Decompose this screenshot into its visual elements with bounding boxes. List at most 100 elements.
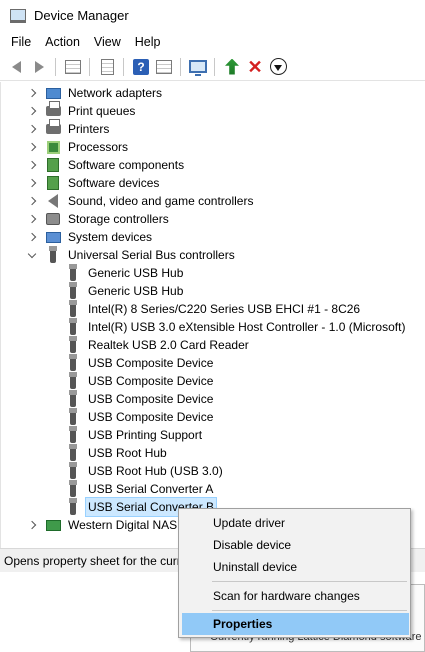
tree-item-label: Print queues: [68, 104, 136, 118]
help-button[interactable]: ?: [130, 56, 152, 78]
usb-icon: [65, 281, 81, 299]
disable-device-icon: [269, 58, 287, 75]
properties-button[interactable]: [96, 56, 118, 78]
tree-item-label: Generic USB Hub: [88, 284, 184, 298]
usb-icon: [65, 497, 81, 515]
tree-category-sound-video-game[interactable]: Sound, video and game controllers: [27, 192, 255, 210]
usb-icon: [65, 353, 81, 371]
usb-icon: [65, 299, 81, 317]
tree-category-storage-controllers[interactable]: Storage controllers: [27, 210, 171, 228]
expand-chevron-icon[interactable]: [27, 120, 37, 138]
toolbar-separator: [180, 57, 181, 76]
expand-chevron-icon[interactable]: [27, 102, 37, 120]
storage-controller-icon: [45, 211, 61, 227]
nas-icon: [45, 517, 61, 533]
tree-device-row[interactable]: Intel(R) 8 Series/C220 Series USB EHCI #…: [65, 299, 362, 318]
usb-icon: [65, 443, 81, 461]
usb-icon: [45, 245, 61, 263]
update-driver-button[interactable]: [221, 56, 243, 78]
expand-chevron-icon[interactable]: [27, 192, 37, 210]
tree-item-label: Network adapters: [68, 86, 163, 100]
expand-chevron-icon[interactable]: [27, 174, 37, 192]
toolbar-separator: [123, 57, 124, 76]
tree-category-network-adapters[interactable]: Network adapters: [27, 84, 164, 102]
tree-device-row[interactable]: USB Root Hub (USB 3.0): [65, 461, 225, 480]
menu-help[interactable]: Help: [128, 31, 168, 53]
tree-category-processors[interactable]: Processors: [27, 138, 130, 156]
window-title: Device Manager: [34, 8, 129, 23]
scan-hardware-button[interactable]: [187, 56, 209, 78]
tree-device-row[interactable]: Realtek USB 2.0 Card Reader: [65, 335, 251, 354]
tree-item-label: Generic USB Hub: [88, 266, 184, 280]
tree-category-printers[interactable]: Printers: [27, 119, 111, 138]
usb-icon: [65, 263, 81, 281]
tree-item-label: Software components: [68, 158, 185, 172]
properties-icon: [100, 58, 114, 75]
expand-chevron-icon[interactable]: [27, 84, 37, 102]
tree-item-label: USB Composite Device: [88, 392, 214, 406]
tree-category-software-components[interactable]: Software components: [27, 156, 186, 174]
tree-item-label: USB Serial Converter A: [88, 482, 214, 496]
tree-item-label: Realtek USB 2.0 Card Reader: [88, 338, 249, 352]
tree-item-label: USB Root Hub (USB 3.0): [88, 464, 223, 478]
processor-icon: [45, 139, 61, 155]
tree-device-row[interactable]: Generic USB Hub: [65, 281, 185, 300]
usb-icon: [65, 371, 81, 389]
usb-icon: [65, 317, 81, 335]
tree-device-row[interactable]: USB Printing Support: [65, 425, 204, 444]
tree-item-label: USB Printing Support: [88, 428, 203, 442]
uninstall-button[interactable]: ✕: [244, 56, 266, 78]
tree-device-row[interactable]: USB Composite Device: [65, 389, 215, 408]
tree-device-row[interactable]: USB Composite Device: [65, 371, 215, 390]
speaker-icon: [45, 193, 61, 209]
device-tree: Network adapters Print queues Printers P…: [0, 82, 425, 548]
tree-category-software-devices[interactable]: Software devices: [27, 174, 161, 192]
forward-button[interactable]: [28, 56, 50, 78]
tree-category-system-devices[interactable]: System devices: [27, 228, 154, 246]
menu-separator: [212, 581, 407, 582]
tree-item-label: Intel(R) USB 3.0 eXtensible Host Control…: [88, 320, 406, 334]
tree-device-row[interactable]: USB Composite Device: [65, 407, 215, 426]
menu-action[interactable]: Action: [38, 31, 87, 53]
tree-device-row[interactable]: USB Serial Converter A: [65, 479, 215, 498]
usb-icon: [65, 425, 81, 443]
menu-view[interactable]: View: [87, 31, 128, 53]
toolbar: ? ✕: [0, 53, 425, 81]
collapse-chevron-icon[interactable]: [27, 246, 37, 264]
menu-scan-hardware-changes[interactable]: Scan for hardware changes: [182, 585, 409, 607]
tree-item-label: System devices: [68, 230, 153, 244]
tree-device-row[interactable]: Intel(R) USB 3.0 eXtensible Host Control…: [65, 317, 407, 336]
tree-device-row[interactable]: Generic USB Hub: [65, 263, 185, 282]
tree-device-row[interactable]: USB Root Hub: [65, 443, 169, 462]
menu-file[interactable]: File: [4, 31, 38, 53]
menu-uninstall-device[interactable]: Uninstall device: [182, 556, 409, 578]
uninstall-icon: ✕: [247, 56, 263, 77]
tree-item-label: Universal Serial Bus controllers: [68, 248, 235, 262]
help-icon: ?: [133, 58, 149, 75]
tree-category-print-queues[interactable]: Print queues: [27, 101, 137, 120]
menu-update-driver[interactable]: Update driver: [182, 512, 409, 534]
tree-item-label: USB Composite Device: [88, 410, 214, 424]
show-hide-console-tree-button[interactable]: [62, 56, 84, 78]
menu-disable-device[interactable]: Disable device: [182, 534, 409, 556]
software-component-icon: [45, 157, 61, 173]
expand-chevron-icon[interactable]: [27, 138, 37, 156]
toolbar-separator: [89, 57, 90, 76]
toolbar-separator: [214, 57, 215, 76]
tree-item-label: USB Composite Device: [88, 356, 214, 370]
expand-chevron-icon[interactable]: [27, 228, 37, 246]
disable-device-button[interactable]: [267, 56, 289, 78]
expand-chevron-icon[interactable]: [27, 156, 37, 174]
tree-category-western-digital-nas[interactable]: Western Digital NAS: [27, 516, 179, 534]
tree-item-label: Storage controllers: [68, 212, 169, 226]
expand-chevron-icon[interactable]: [27, 516, 37, 534]
action-pane-icon: [156, 59, 172, 74]
device-manager-icon: [10, 8, 26, 23]
action-pane-button[interactable]: [153, 56, 175, 78]
menu-properties[interactable]: Properties: [182, 613, 409, 635]
expand-chevron-icon[interactable]: [27, 210, 37, 228]
update-driver-icon: [225, 58, 239, 75]
tree-device-row[interactable]: USB Composite Device: [65, 353, 215, 372]
back-button[interactable]: [5, 56, 27, 78]
tree-category-usb-controllers[interactable]: Universal Serial Bus controllers: [27, 245, 237, 264]
